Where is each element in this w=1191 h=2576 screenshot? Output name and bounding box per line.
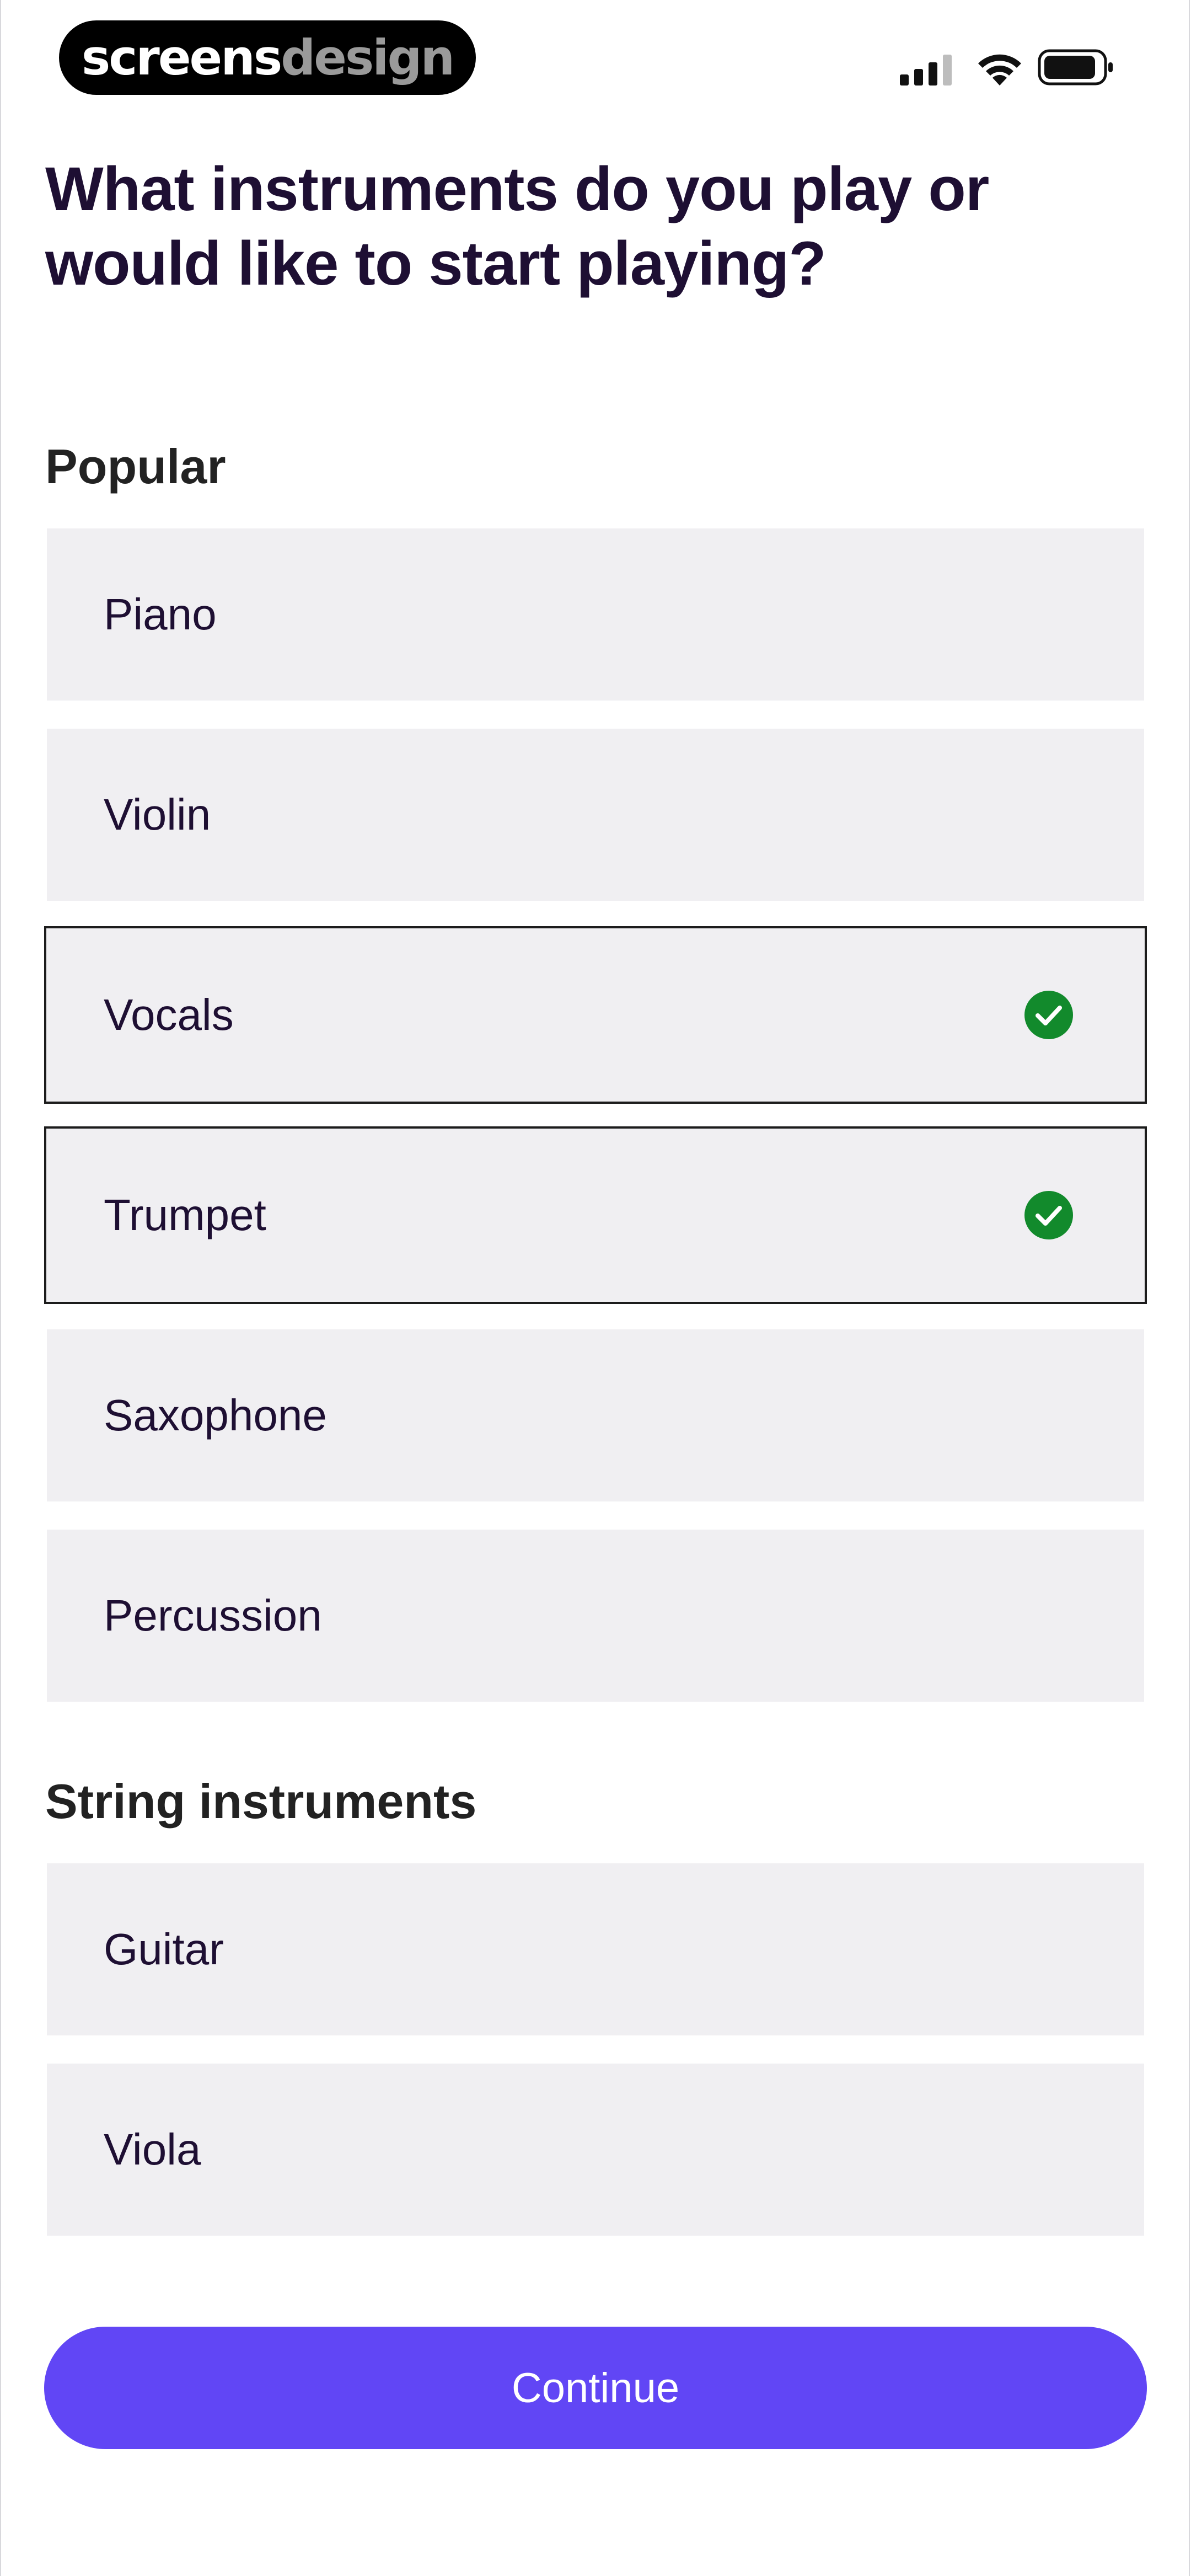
option-label: Piano bbox=[104, 590, 217, 639]
page-title: What instruments do you play or would li… bbox=[45, 154, 989, 298]
option-saxophone[interactable]: Saxophone bbox=[47, 1329, 1144, 1501]
option-label: Saxophone bbox=[104, 1391, 327, 1440]
option-guitar[interactable]: Guitar bbox=[47, 1863, 1144, 2035]
option-violin[interactable]: Violin bbox=[47, 729, 1144, 901]
watermark-logo: screens design bbox=[59, 20, 476, 95]
option-label: Guitar bbox=[104, 1925, 224, 1974]
option-label: Viola bbox=[104, 2125, 201, 2174]
option-label: Percussion bbox=[104, 1591, 322, 1640]
status-icons bbox=[899, 47, 1119, 88]
option-label: Vocals bbox=[104, 990, 234, 1039]
wifi-icon bbox=[978, 54, 1021, 85]
option-trumpet[interactable]: Trumpet bbox=[44, 1126, 1147, 1304]
cellular-signal-icon bbox=[900, 55, 952, 85]
option-vocals[interactable]: Vocals bbox=[44, 926, 1147, 1104]
battery-icon bbox=[1038, 49, 1113, 85]
option-label: Violin bbox=[104, 790, 211, 839]
section-heading-string-instruments: String instruments bbox=[45, 1774, 477, 1829]
option-piano[interactable]: Piano bbox=[47, 528, 1144, 701]
section-heading-popular: Popular bbox=[45, 439, 226, 494]
logo-text-primary: screens bbox=[81, 29, 282, 86]
option-label: Trumpet bbox=[104, 1190, 266, 1239]
check-circle-icon bbox=[1024, 1191, 1073, 1239]
continue-button[interactable]: Continue bbox=[44, 2327, 1147, 2449]
check-circle-icon bbox=[1024, 991, 1073, 1039]
logo-text-secondary: design bbox=[281, 29, 455, 86]
option-percussion[interactable]: Percussion bbox=[47, 1530, 1144, 1702]
option-viola[interactable]: Viola bbox=[47, 2064, 1144, 2236]
